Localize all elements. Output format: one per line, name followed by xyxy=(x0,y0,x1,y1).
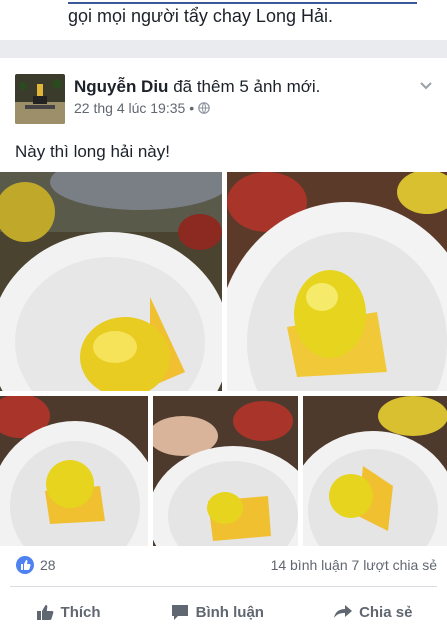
chevron-down-icon[interactable] xyxy=(419,78,433,92)
like-count[interactable]: 28 xyxy=(40,557,56,573)
photo-1[interactable] xyxy=(0,172,222,391)
action-bar: Thích Bình luận Chia sẻ xyxy=(0,590,447,634)
prev-post-rule xyxy=(68,2,417,4)
comment-button[interactable]: Bình luận xyxy=(170,603,264,621)
post-stats: 28 14 bình luận 7 lượt chia sẻ xyxy=(0,554,447,582)
like-badge-icon xyxy=(16,556,34,574)
photo-3-image xyxy=(0,396,148,546)
thumbs-up-icon xyxy=(36,605,53,620)
divider xyxy=(10,586,437,587)
post-timestamp[interactable]: 22 thg 4 lúc 19:35 • xyxy=(74,100,194,116)
photo-grid xyxy=(0,172,447,600)
globe-icon xyxy=(198,102,210,114)
photo-3[interactable] xyxy=(0,396,148,546)
post-header: Nguyễn Diu đã thêm 5 ảnh mới. xyxy=(74,77,320,97)
post-text: Này thì long hải này! xyxy=(15,142,170,161)
like-button-label: Thích xyxy=(60,603,101,621)
photo-4-image xyxy=(153,396,298,546)
share-button[interactable]: Chia sẻ xyxy=(333,603,412,621)
avatar[interactable] xyxy=(15,74,65,124)
comment-icon xyxy=(171,605,188,620)
share-button-label: Chia sẻ xyxy=(359,603,413,621)
photo-5-image xyxy=(303,396,447,546)
post-meta: 22 thg 4 lúc 19:35 • xyxy=(74,100,210,116)
previous-post-text: gọi mọi người tẩy chay Long Hải. xyxy=(68,6,333,26)
photo-4[interactable] xyxy=(153,396,298,546)
comments-shares-count[interactable]: 14 bình luận 7 lượt chia sẻ xyxy=(271,557,437,573)
photo-2[interactable] xyxy=(227,172,447,391)
photo-1-image xyxy=(0,172,222,391)
post-card: Nguyễn Diu đã thêm 5 ảnh mới. 22 thg 4 l… xyxy=(0,58,447,640)
previous-post-snippet: gọi mọi người tẩy chay Long Hải. xyxy=(0,0,447,40)
share-icon xyxy=(334,605,353,618)
photo-5[interactable] xyxy=(303,396,447,546)
avatar-image xyxy=(15,74,65,124)
comment-button-label: Bình luận xyxy=(195,603,264,621)
post-action-text: đã thêm 5 ảnh mới. xyxy=(173,77,321,96)
like-button[interactable]: Thích xyxy=(35,603,101,621)
author-name[interactable]: Nguyễn Diu xyxy=(74,77,168,96)
photo-2-image xyxy=(227,172,447,391)
